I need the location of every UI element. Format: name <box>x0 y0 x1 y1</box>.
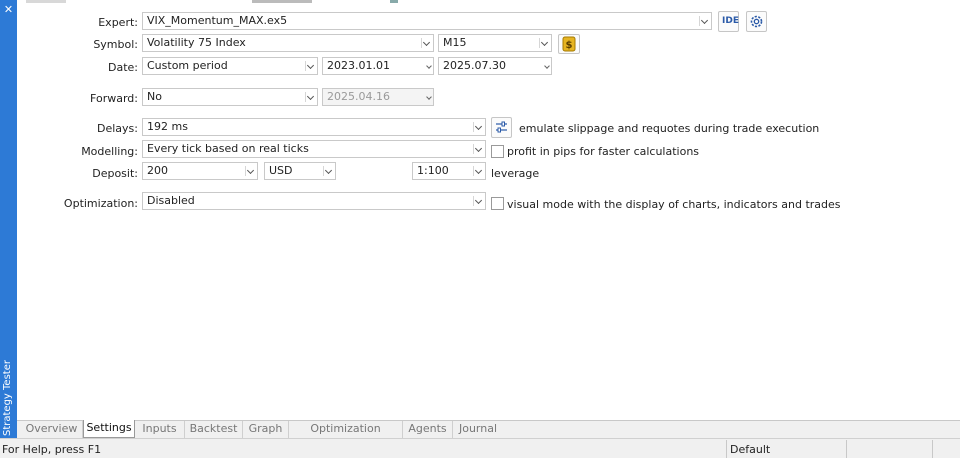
chevron-down-icon <box>473 144 483 154</box>
close-icon[interactable]: ✕ <box>3 4 14 15</box>
delays-select[interactable]: 192 ms <box>142 118 486 136</box>
symbol-label: Symbol: <box>93 38 138 51</box>
chevron-down-icon <box>473 196 483 206</box>
status-divider <box>846 440 847 458</box>
spinner-icon[interactable] <box>426 59 432 73</box>
toolbar-edge <box>26 0 66 3</box>
chevron-down-icon <box>245 166 255 176</box>
symbol-value: Volatility 75 Index <box>147 36 246 49</box>
currency-value: USD <box>269 164 293 177</box>
chevron-down-icon <box>421 38 431 48</box>
ide-label: IDE <box>722 16 739 26</box>
period-value: Custom period <box>147 59 228 72</box>
modelling-value: Every tick based on real ticks <box>147 142 309 155</box>
forward-label: Forward: <box>90 92 138 105</box>
tab-agents[interactable]: Agents <box>403 421 453 438</box>
delays-label: Delays: <box>97 122 138 135</box>
date-from-value: 2023.01.01 <box>327 59 390 72</box>
svg-text:$: $ <box>566 40 573 51</box>
gear-icon <box>750 15 763 28</box>
tab-inputs[interactable]: Inputs <box>135 421 185 438</box>
optimization-select[interactable]: Disabled <box>142 192 486 210</box>
deposit-label: Deposit: <box>92 167 138 180</box>
chevron-down-icon <box>323 166 333 176</box>
expert-value: VIX_Momentum_MAX.ex5 <box>147 14 288 27</box>
timeframe-select[interactable]: M15 <box>438 34 552 52</box>
expert-select[interactable]: VIX_Momentum_MAX.ex5 <box>142 12 712 30</box>
leverage-label: leverage <box>491 167 540 180</box>
side-panel: ✕ Strategy Tester <box>0 0 17 438</box>
modelling-label: Modelling: <box>81 145 138 158</box>
profit-pips-checkbox[interactable] <box>491 145 504 158</box>
chevron-down-icon <box>539 38 549 48</box>
visual-mode-checkbox[interactable] <box>491 197 504 210</box>
delays-description: emulate slippage and requotes during tra… <box>519 122 820 135</box>
deposit-value: 200 <box>147 164 168 177</box>
delays-settings-button[interactable] <box>491 117 512 138</box>
side-panel-title: Strategy Tester <box>2 360 13 436</box>
leverage-select[interactable]: 1:100 <box>412 162 486 180</box>
forward-date-input: 2025.04.16 <box>322 88 434 106</box>
spinner-icon <box>426 90 432 104</box>
date-to-value: 2025.07.30 <box>443 59 506 72</box>
toolbar-remnant <box>0 0 960 6</box>
modelling-select[interactable]: Every tick based on real ticks <box>142 140 486 158</box>
tab-optimization-results[interactable]: Optimization Results <box>289 421 403 451</box>
chevron-down-icon <box>305 61 315 71</box>
date-from-input[interactable]: 2023.01.01 <box>322 57 434 75</box>
tab-settings[interactable]: Settings <box>83 420 135 438</box>
chevron-down-icon <box>473 166 483 176</box>
symbol-spec-button[interactable]: $ <box>558 34 580 54</box>
tab-journal[interactable]: Journal <box>453 421 503 438</box>
timeframe-value: M15 <box>443 36 467 49</box>
optimization-label: Optimization: <box>63 197 138 210</box>
spinner-icon[interactable] <box>544 59 550 73</box>
currency-select[interactable]: USD <box>264 162 336 180</box>
tab-graph[interactable]: Graph <box>243 421 289 438</box>
dollar-icon: $ <box>562 36 576 52</box>
date-to-input[interactable]: 2025.07.30 <box>438 57 552 75</box>
status-divider <box>726 440 727 458</box>
date-label: Date: <box>108 61 138 74</box>
forward-date-value: 2025.04.16 <box>327 90 390 103</box>
status-profile: Default <box>730 443 771 456</box>
sliders-icon <box>496 121 507 133</box>
optimization-value: Disabled <box>147 194 195 207</box>
tester-tabs: Overview Settings Inputs Backtest Graph … <box>17 420 960 451</box>
status-bar: For Help, press F1 Default <box>0 438 960 458</box>
chevron-down-icon <box>699 16 709 26</box>
forward-select[interactable]: No <box>142 88 318 106</box>
ide-button[interactable]: IDE <box>718 11 739 32</box>
expert-settings-button[interactable] <box>746 11 767 32</box>
delays-value: 192 ms <box>147 120 188 133</box>
leverage-value: 1:100 <box>417 164 449 177</box>
status-divider <box>932 440 933 458</box>
status-help-text: For Help, press F1 <box>2 443 102 456</box>
period-select[interactable]: Custom period <box>142 57 318 75</box>
symbol-select[interactable]: Volatility 75 Index <box>142 34 434 52</box>
chevron-down-icon <box>305 92 315 102</box>
profit-pips-label: profit in pips for faster calculations <box>507 145 700 158</box>
tab-overview[interactable]: Overview <box>21 421 83 438</box>
chevron-down-icon <box>473 122 483 132</box>
toolbar-edge <box>390 0 398 3</box>
toolbar-edge <box>252 0 312 3</box>
tab-backtest[interactable]: Backtest <box>185 421 243 438</box>
deposit-select[interactable]: 200 <box>142 162 258 180</box>
expert-label: Expert: <box>98 16 138 29</box>
visual-mode-label: visual mode with the display of charts, … <box>507 198 841 211</box>
forward-value: No <box>147 90 162 103</box>
